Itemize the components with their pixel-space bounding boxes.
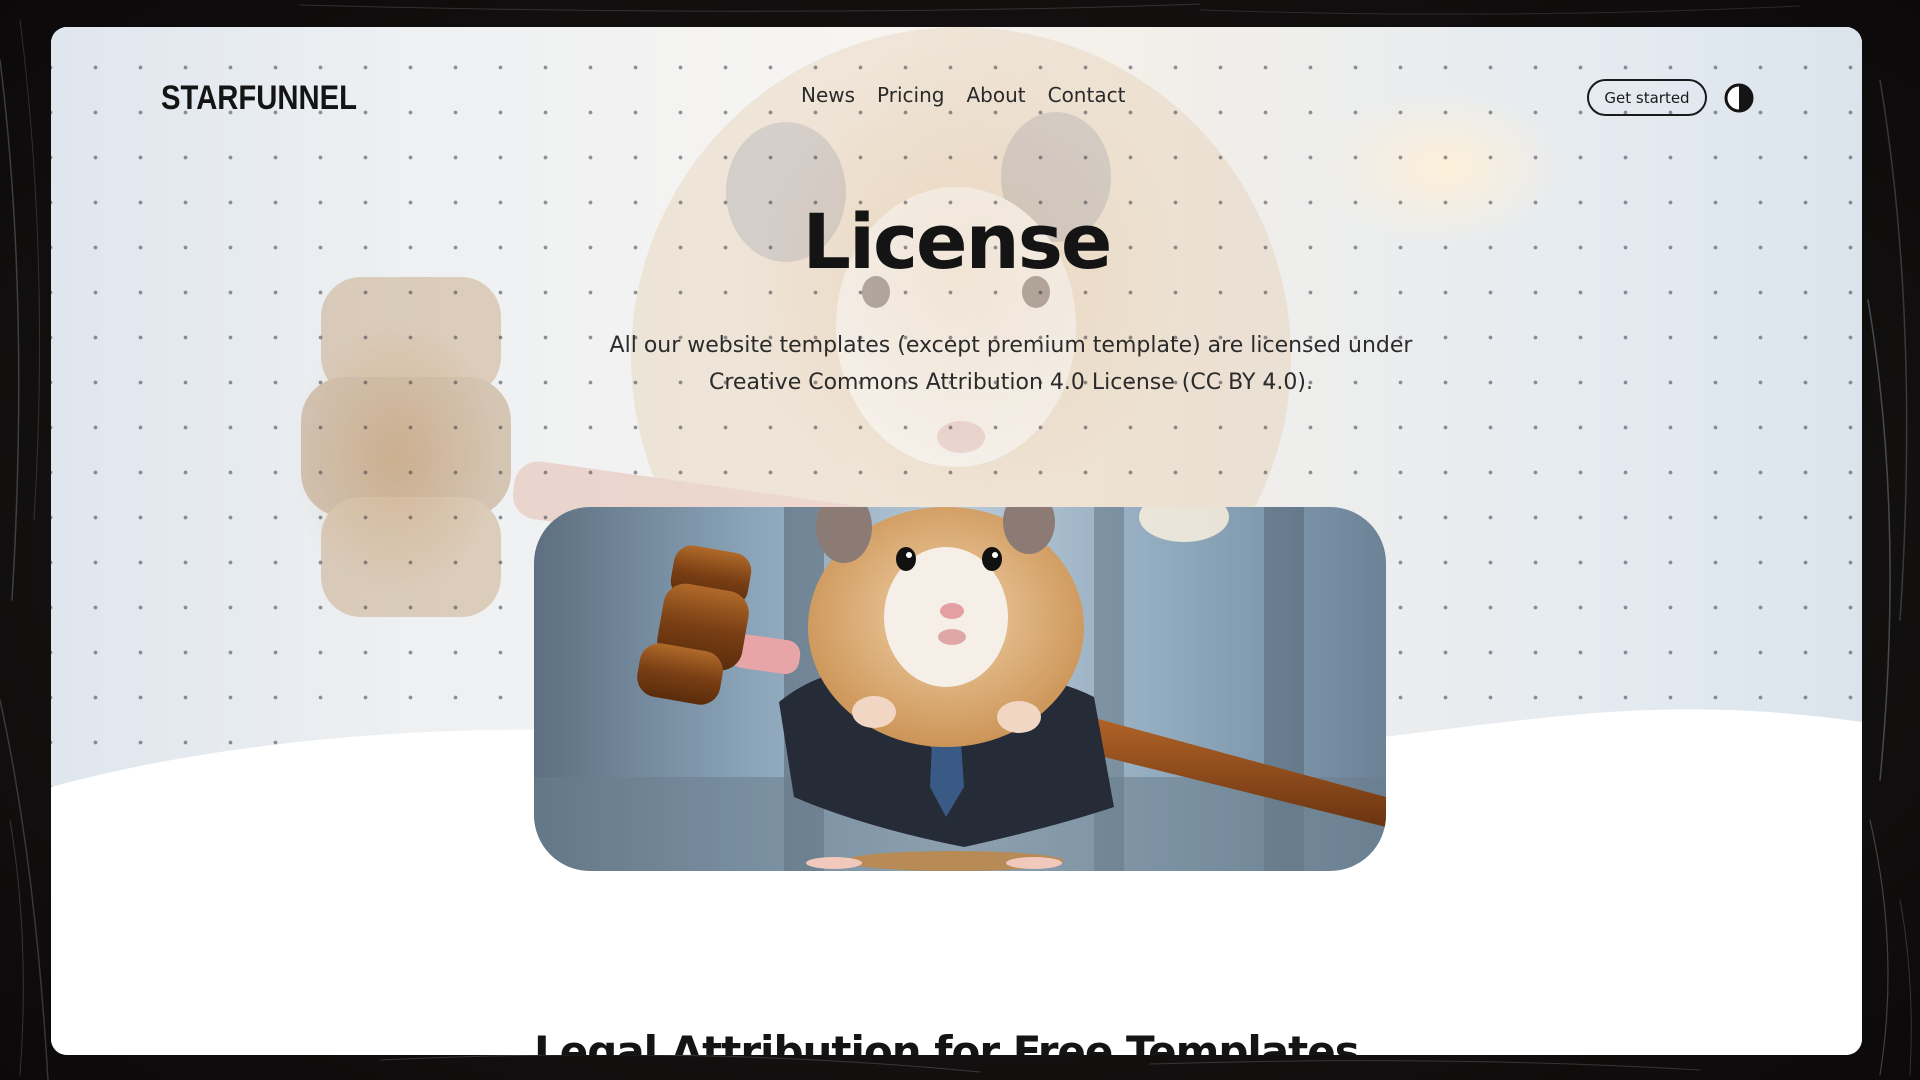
hamster-judge-with-gavel-image: [534, 507, 1386, 871]
page-title: License: [802, 197, 1113, 286]
nav-pricing[interactable]: Pricing: [877, 83, 944, 107]
brand-logo[interactable]: STARFUNNEL: [161, 79, 357, 118]
get-started-button[interactable]: Get started: [1587, 79, 1707, 116]
nav-about[interactable]: About: [966, 83, 1025, 107]
half-circle-contrast-icon[interactable]: [1723, 82, 1755, 114]
main-nav: News Pricing About Contact: [801, 83, 1125, 107]
section-heading: Legal Attribution for Free Templates: [534, 1027, 1360, 1055]
nav-contact[interactable]: Contact: [1048, 83, 1126, 107]
browser-page: STARFUNNEL News Pricing About Contact Ge…: [51, 27, 1862, 1055]
nav-news[interactable]: News: [801, 83, 855, 107]
page-subtitle: All our website templates (except premiu…: [609, 333, 1413, 395]
